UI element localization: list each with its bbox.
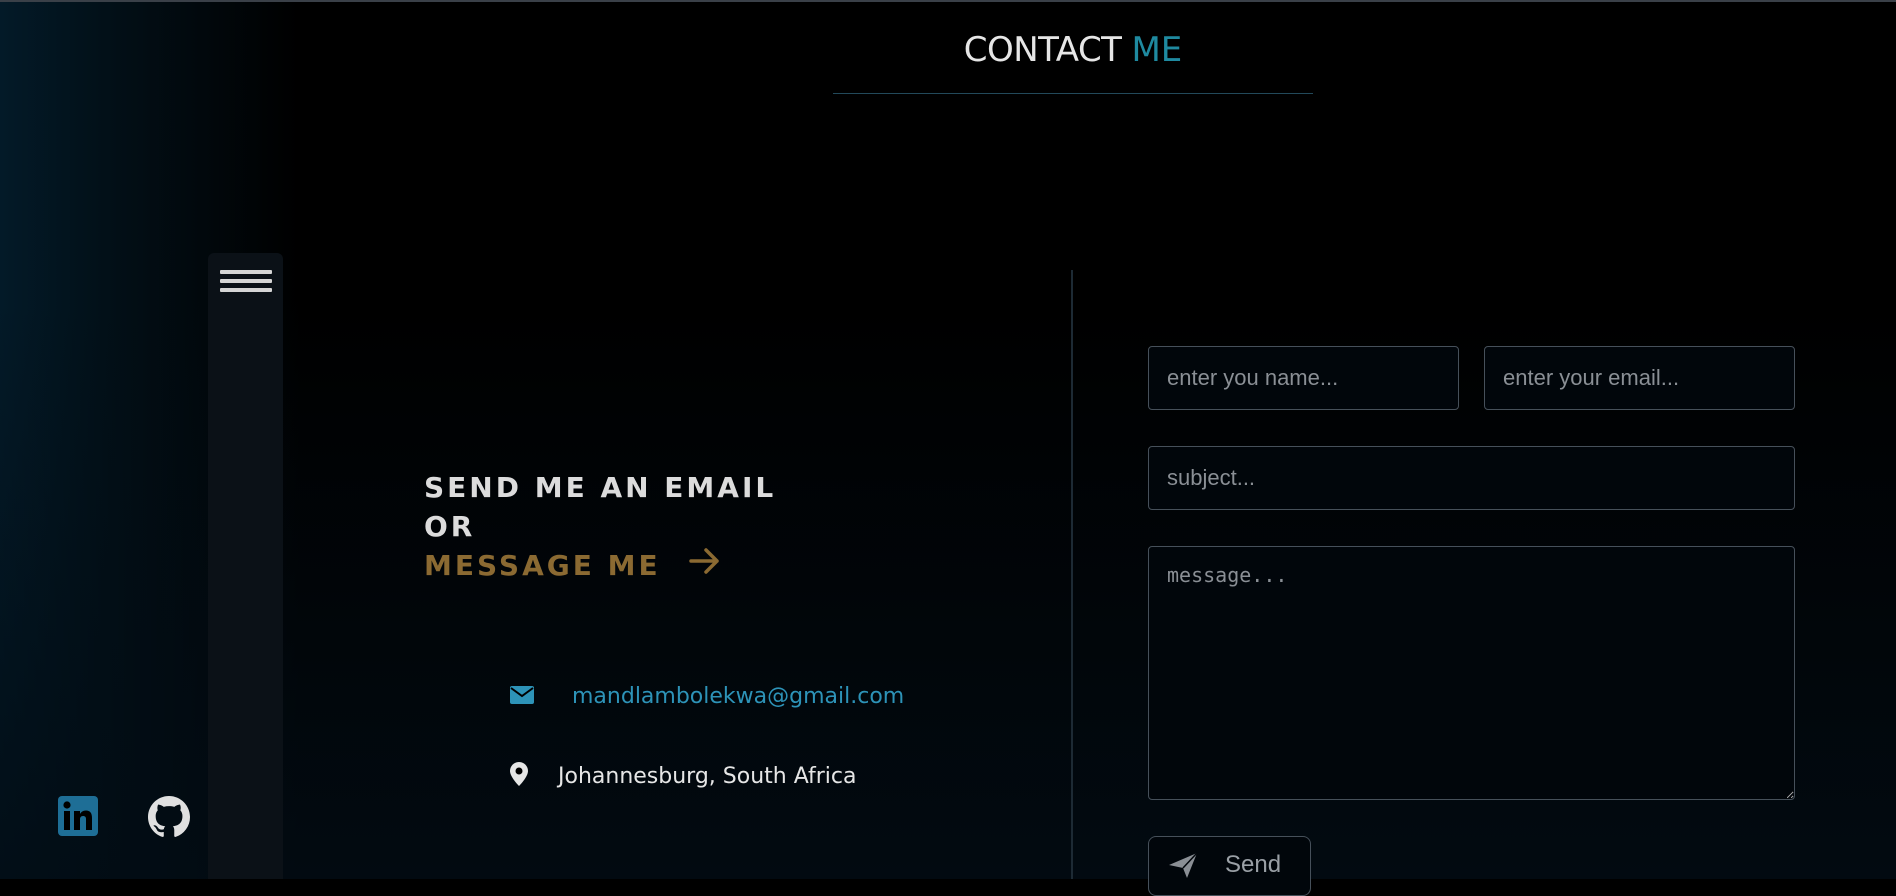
message-textarea[interactable] (1148, 546, 1795, 800)
arrow-right-icon (688, 545, 721, 584)
vertical-divider (1071, 270, 1073, 879)
paper-plane-icon (1169, 851, 1199, 886)
call-to-action: SEND ME AN EMAIL OR MESSAGE ME (424, 468, 776, 587)
location-text: Johannesburg, South Africa (558, 763, 857, 789)
location-row: Johannesburg, South Africa (510, 762, 856, 790)
page-title: CONTACT ME (833, 30, 1313, 70)
map-pin-icon (510, 762, 528, 790)
page-title-accent: ME (1131, 30, 1183, 70)
title-underline (833, 93, 1313, 94)
cta-line-3: MESSAGE ME (424, 549, 661, 582)
name-input[interactable] (1148, 346, 1459, 410)
cta-line-2: OR (424, 510, 476, 543)
envelope-icon (510, 685, 534, 708)
github-icon[interactable] (148, 796, 190, 838)
subject-input[interactable] (1148, 446, 1795, 510)
linkedin-icon[interactable] (58, 796, 98, 836)
page-title-main: CONTACT (963, 30, 1122, 70)
send-button-label: Send (1225, 851, 1282, 878)
email-row: mandlambolekwa@gmail.com (510, 684, 904, 709)
top-border (0, 0, 1896, 2)
sidebar (208, 253, 283, 879)
email-link[interactable]: mandlambolekwa@gmail.com (572, 684, 904, 709)
hamburger-menu-icon[interactable] (220, 270, 272, 296)
email-input[interactable] (1484, 346, 1795, 410)
cta-line-1: SEND ME AN EMAIL (424, 471, 777, 504)
send-button[interactable]: Send (1148, 836, 1311, 896)
